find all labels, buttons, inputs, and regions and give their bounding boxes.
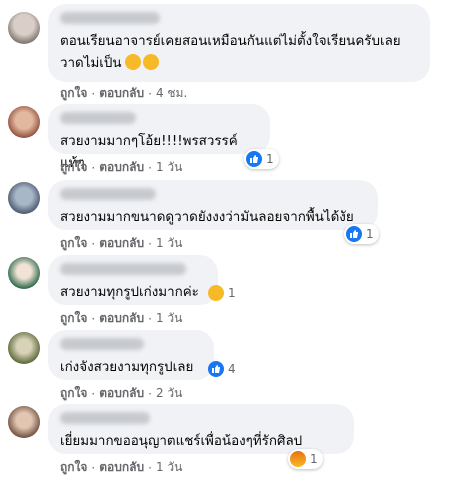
comment-meta: ถูกใจ · ตอบกลับ · 4 ชม. <box>60 84 187 103</box>
comment-text: ตอนเรียนอาจารย์เคยสอนเหมือนกันแต่ไม่ตั้ง… <box>60 34 401 71</box>
separator: · <box>148 386 152 401</box>
comment-meta: ถูกใจ · ตอบกลับ · 1 วัน <box>60 234 182 253</box>
timestamp[interactable]: 2 วัน <box>156 384 182 403</box>
comment-text: สวยงามทุกรูปเก่งมากค่ะ <box>60 285 199 300</box>
comment-bubble: เก่งจังสวยงามทุกรูปเลย <box>48 330 214 380</box>
comment-bubble: ตอนเรียนอาจารย์เคยสอนเหมือนกันแต่ไม่ตั้ง… <box>48 4 430 82</box>
like-button[interactable]: ถูกใจ <box>60 458 87 477</box>
like-button[interactable]: ถูกใจ <box>60 309 87 328</box>
comment-text: เก่งจังสวยงามทุกรูปเลย <box>60 360 194 375</box>
comment-text: เยี่ยมมากขออนุญาตแชร์เพื่อน้องๆที่รักศิล… <box>60 434 303 449</box>
like-icon <box>346 226 362 242</box>
comment-bubble: สวยงามทุกรูปเก่งมากค่ะ <box>48 255 218 305</box>
reaction-count[interactable]: 1 <box>288 449 323 469</box>
care-icon <box>208 285 224 301</box>
comment-bubble: สวยงามมากขนาดดูวาดยังงงว่ามันลอยจากพื้นไ… <box>48 180 378 230</box>
commenter-name-blurred[interactable] <box>60 263 186 275</box>
avatar[interactable] <box>8 182 40 214</box>
reaction-count-value: 1 <box>366 227 374 241</box>
reaction-count-value: 1 <box>266 152 274 166</box>
separator: · <box>91 236 96 251</box>
like-icon <box>208 361 224 377</box>
timestamp[interactable]: 1 วัน <box>156 234 182 253</box>
reply-button[interactable]: ตอบกลับ <box>99 234 144 253</box>
avatar[interactable] <box>8 257 40 289</box>
like-button[interactable]: ถูกใจ <box>60 158 87 177</box>
reaction-count-value: 1 <box>228 286 236 300</box>
commenter-name-blurred[interactable] <box>60 412 150 424</box>
laugh-emoji-icon <box>124 54 141 70</box>
reaction-count[interactable]: 4 <box>206 359 241 379</box>
separator: · <box>148 86 152 101</box>
reply-button[interactable]: ตอบกลับ <box>99 84 144 103</box>
timestamp[interactable]: 1 วัน <box>156 309 182 328</box>
like-icon <box>246 151 262 167</box>
reaction-count[interactable]: 1 <box>206 283 241 303</box>
timestamp[interactable]: 1 วัน <box>156 158 182 177</box>
separator: · <box>91 386 96 401</box>
comment-text: สวยงามมากขนาดดูวาดยังงงว่ามันลอยจากพื้นไ… <box>60 210 354 225</box>
timestamp[interactable]: 4 ชม. <box>156 84 187 103</box>
separator: · <box>91 460 96 475</box>
reaction-count-value: 4 <box>228 362 236 376</box>
like-button[interactable]: ถูกใจ <box>60 84 87 103</box>
comment-bubble: เยี่ยมมากขออนุญาตแชร์เพื่อน้องๆที่รักศิล… <box>48 404 354 454</box>
avatar[interactable] <box>8 332 40 364</box>
reply-button[interactable]: ตอบกลับ <box>99 384 144 403</box>
avatar[interactable] <box>8 406 40 438</box>
comment-meta: ถูกใจ · ตอบกลับ · 1 วัน <box>60 458 182 477</box>
separator: · <box>148 160 152 175</box>
separator: · <box>91 160 96 175</box>
avatar[interactable] <box>8 106 40 138</box>
comment-meta: ถูกใจ · ตอบกลับ · 1 วัน <box>60 158 182 177</box>
commenter-name-blurred[interactable] <box>60 112 136 124</box>
reply-button[interactable]: ตอบกลับ <box>99 458 144 477</box>
angry-icon <box>290 451 306 467</box>
comment-bubble: สวยงามมากๆโอ้ย!!!!พรสวรรค์แท้ๆ <box>48 104 270 171</box>
separator: · <box>91 86 96 101</box>
reaction-count[interactable]: 1 <box>244 149 279 169</box>
reply-button[interactable]: ตอบกลับ <box>99 158 144 177</box>
reply-button[interactable]: ตอบกลับ <box>99 309 144 328</box>
rofl-emoji-icon <box>140 51 161 73</box>
reaction-count[interactable]: 1 <box>344 224 379 244</box>
timestamp[interactable]: 1 วัน <box>156 458 182 477</box>
avatar[interactable] <box>8 12 40 44</box>
commenter-name-blurred[interactable] <box>60 12 160 24</box>
reaction-count-value: 1 <box>310 452 318 466</box>
comment-meta: ถูกใจ · ตอบกลับ · 2 วัน <box>60 384 182 403</box>
separator: · <box>148 236 152 251</box>
comment-meta: ถูกใจ · ตอบกลับ · 1 วัน <box>60 309 182 328</box>
separator: · <box>91 311 96 326</box>
like-button[interactable]: ถูกใจ <box>60 234 87 253</box>
separator: · <box>148 311 152 326</box>
commenter-name-blurred[interactable] <box>60 338 144 350</box>
commenter-name-blurred[interactable] <box>60 188 156 200</box>
like-button[interactable]: ถูกใจ <box>60 384 87 403</box>
separator: · <box>148 460 152 475</box>
